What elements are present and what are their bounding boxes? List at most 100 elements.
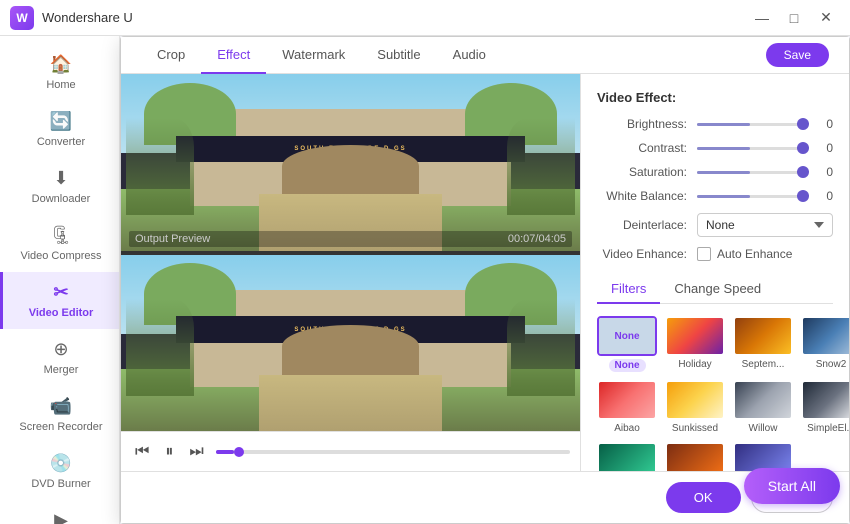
sidebar-item-screen-recorder[interactable]: 📹 Screen Recorder <box>0 386 119 443</box>
tab-effect[interactable]: Effect <box>201 37 266 74</box>
filter-label-september: Septem... <box>742 359 785 370</box>
dialog-content: SOUTH ERN GUIDE D GS Output Preview 00:0… <box>121 74 849 471</box>
dialog-tabs: Crop Effect Watermark Subtitle Audio Sav… <box>121 37 849 74</box>
white-balance-thumb <box>797 190 809 202</box>
contrast-thumb <box>797 142 809 154</box>
maximize-button[interactable]: □ <box>780 7 808 29</box>
video-enhance-label: Video Enhance: <box>597 247 697 261</box>
contrast-row: Contrast: 0 <box>597 141 833 155</box>
filter-item-holiday[interactable]: Holiday <box>665 316 725 372</box>
compress-icon: 🗜 <box>50 225 73 246</box>
skip-back-button[interactable]: ⏮ <box>131 439 153 465</box>
filter-item-simpleel[interactable]: SimpleEl... <box>801 380 849 434</box>
progress-bar[interactable] <box>216 450 570 454</box>
filter-thumb-aibao <box>597 380 657 420</box>
sidebar-item-merger[interactable]: ⊕ Merger <box>0 329 119 386</box>
video-controls: ⏮ ⏸ ⏭ <box>121 431 580 471</box>
deinterlace-label: Deinterlace: <box>597 218 697 232</box>
close-button[interactable]: ✕ <box>812 7 840 29</box>
sidebar-item-converter[interactable]: 🔄 Converter <box>0 101 119 158</box>
ok-button[interactable]: OK <box>666 482 741 513</box>
filter-label-aibao: Aibao <box>614 423 640 434</box>
saturation-label: Saturation: <box>597 165 697 179</box>
brightness-row: Brightness: 0 <box>597 117 833 131</box>
video-scene-top: SOUTH ERN GUIDE D GS Output Preview 00:0… <box>121 74 580 251</box>
video-scene-bottom: SOUTH ERN GUIDE D GS <box>121 255 580 432</box>
deinterlace-select[interactable]: None Blend Bob Discard <box>697 213 833 237</box>
white-balance-slider[interactable] <box>697 195 803 198</box>
scene-palm-right-bottom <box>507 299 576 396</box>
right-panel: Video Effect: Brightness: 0 Contrast: <box>581 74 849 471</box>
filter-item-r1[interactable] <box>597 442 657 471</box>
scene-palm-left-bottom <box>126 299 195 396</box>
window-controls: — □ ✕ <box>748 7 840 29</box>
video-bottom-preview: SOUTH ERN GUIDE D GS <box>121 255 580 432</box>
filter-item-sunkissed[interactable]: Sunkissed <box>665 380 725 434</box>
sidebar-item-player[interactable]: ▶ Player <box>0 500 119 524</box>
save-button-top[interactable]: Save <box>766 43 829 67</box>
dialog-area: Crop Effect Watermark Subtitle Audio Sav… <box>120 36 850 524</box>
brightness-fill <box>697 123 750 126</box>
subtab-change-speed[interactable]: Change Speed <box>660 275 775 304</box>
downloader-icon: ⬇ <box>53 168 68 189</box>
filter-item-september[interactable]: Septem... <box>733 316 793 372</box>
contrast-fill <box>697 147 750 150</box>
pause-button[interactable]: ⏸ <box>161 439 177 465</box>
sidebar-label-compress: Video Compress <box>20 250 101 262</box>
tab-watermark[interactable]: Watermark <box>266 37 361 74</box>
filter-item-r3[interactable] <box>733 442 793 471</box>
sidebar-label-dvd-burner: DVD Burner <box>31 478 90 490</box>
saturation-row: Saturation: 0 <box>597 165 833 179</box>
filter-grid: None None Holiday <box>597 316 833 471</box>
scene-palm-right <box>507 118 576 215</box>
contrast-label: Contrast: <box>597 141 697 155</box>
sidebar-label-merger: Merger <box>44 364 79 376</box>
filter-scroll-area: None None Holiday <box>597 316 833 471</box>
preview-label: Output Preview 00:07/04:05 <box>129 231 572 247</box>
sidebar-label-converter: Converter <box>37 136 85 148</box>
title-bar-left: W Wondershare U <box>10 6 133 30</box>
tab-audio[interactable]: Audio <box>437 37 502 74</box>
filter-thumb-r2 <box>665 442 725 471</box>
filter-item-r2[interactable] <box>665 442 725 471</box>
filter-item-aibao[interactable]: Aibao <box>597 380 657 434</box>
white-balance-fill <box>697 195 750 198</box>
video-effect-title: Video Effect: <box>597 90 833 105</box>
brightness-thumb <box>797 118 809 130</box>
filter-item-none[interactable]: None None <box>597 316 657 372</box>
sidebar-item-video-compress[interactable]: 🗜 Video Compress <box>0 215 119 272</box>
white-balance-label: White Balance: <box>597 189 697 203</box>
auto-enhance-checkbox[interactable] <box>697 247 711 261</box>
skip-forward-button[interactable]: ⏭ <box>185 439 207 465</box>
sidebar-item-downloader[interactable]: ⬇ Downloader <box>0 158 119 215</box>
start-all-button[interactable]: Start All <box>744 468 840 504</box>
video-timestamp: 00:07/04:05 <box>508 233 566 245</box>
sidebar-label-downloader: Downloader <box>32 193 91 205</box>
filter-thumb-september <box>733 316 793 356</box>
filter-label-none: None <box>609 359 646 372</box>
brightness-slider[interactable] <box>697 123 803 126</box>
sidebar-label-screen-recorder: Screen Recorder <box>19 421 102 433</box>
filter-item-snow2[interactable]: Snow2 <box>801 316 849 372</box>
app-title: Wondershare U <box>42 10 133 25</box>
scene-palm-left <box>126 118 195 215</box>
sidebar-item-dvd-burner[interactable]: 💿 DVD Burner <box>0 443 119 500</box>
filter-thumb-r1 <box>597 442 657 471</box>
video-top-preview: SOUTH ERN GUIDE D GS Output Preview 00:0… <box>121 74 580 251</box>
filter-item-willow[interactable]: Willow <box>733 380 793 434</box>
subtab-filters[interactable]: Filters <box>597 275 660 304</box>
sub-tabs: Filters Change Speed <box>597 275 833 304</box>
saturation-slider[interactable] <box>697 171 803 174</box>
sidebar-item-home[interactable]: 🏠 Home <box>0 44 119 101</box>
merger-icon: ⊕ <box>53 339 68 360</box>
filter-thumb-simpleel <box>801 380 849 420</box>
tab-crop[interactable]: Crop <box>141 37 201 74</box>
tab-subtitle[interactable]: Subtitle <box>361 37 436 74</box>
dialog-window: Crop Effect Watermark Subtitle Audio Sav… <box>120 36 850 524</box>
contrast-slider[interactable] <box>697 147 803 150</box>
sidebar-item-video-editor[interactable]: ✂ Video Editor <box>0 272 119 329</box>
deinterlace-row: Deinterlace: None Blend Bob Discard <box>597 213 833 237</box>
white-balance-row: White Balance: 0 <box>597 189 833 203</box>
filter-thumb-snow2 <box>801 316 849 356</box>
minimize-button[interactable]: — <box>748 7 776 29</box>
